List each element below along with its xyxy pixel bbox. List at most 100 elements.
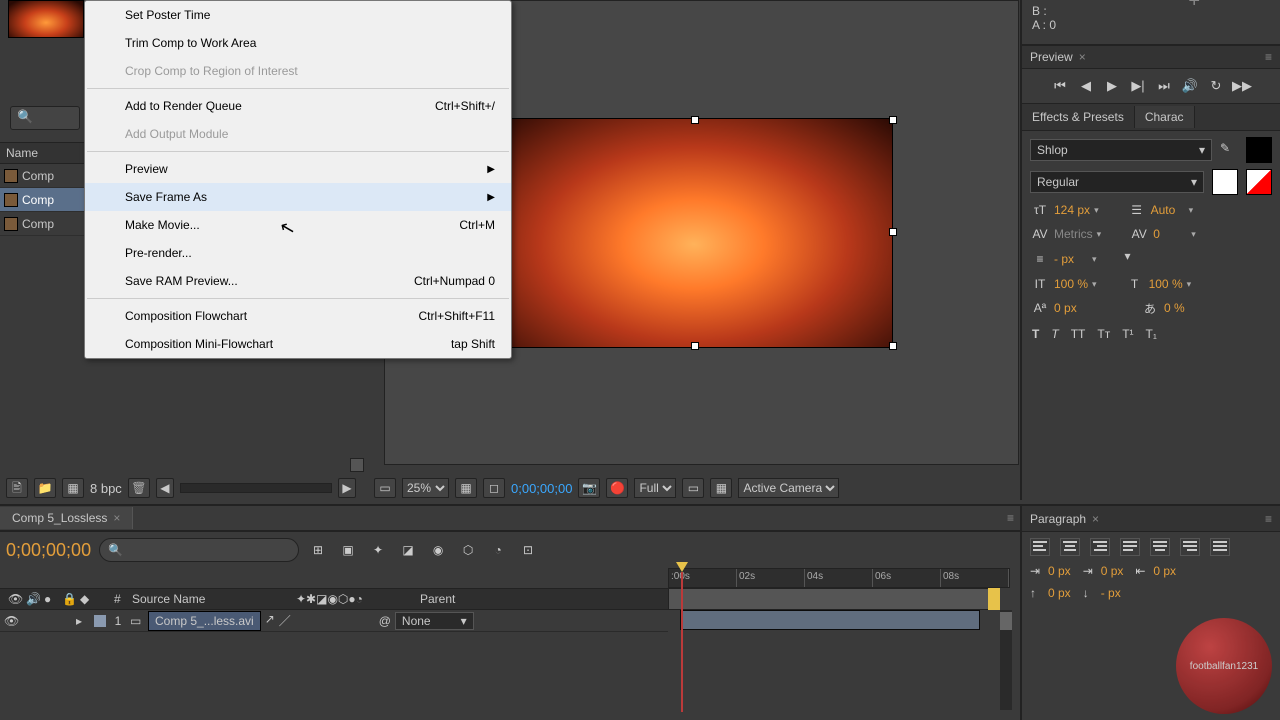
timeline-ruler[interactable]: :00s 02s 04s 06s 08s [668, 568, 1010, 588]
project-bit-depth[interactable]: 8 bpc [90, 481, 122, 496]
baseline-value[interactable]: 0 px [1054, 301, 1088, 315]
chevron-down-icon[interactable]: ▾ [1187, 279, 1192, 290]
transform-handle[interactable] [691, 116, 699, 124]
playhead-icon[interactable] [676, 562, 688, 572]
allcaps-button[interactable]: TT [1071, 327, 1086, 341]
timeline-search[interactable]: 🔍 [99, 538, 299, 562]
close-icon[interactable]: × [1079, 50, 1086, 64]
delete-button[interactable]: 🗑 [128, 478, 150, 498]
layer-color-label[interactable] [94, 615, 106, 627]
composition-frame[interactable] [495, 118, 893, 348]
menu-pre-render[interactable]: Pre-render... [85, 239, 511, 267]
project-row[interactable]: Comp [0, 164, 84, 188]
menu-save-frame-as[interactable]: Save Frame As▶ [85, 183, 511, 211]
menu-add-to-render-queue[interactable]: Add to Render QueueCtrl+Shift+/ [85, 92, 511, 120]
close-icon[interactable]: × [1092, 512, 1099, 526]
tab-effects-presets[interactable]: Effects & Presets [1022, 106, 1135, 128]
menu-trim-comp[interactable]: Trim Comp to Work Area [85, 29, 511, 57]
transform-handle[interactable] [691, 342, 699, 350]
auto-keyframe-button[interactable]: ◔ [487, 539, 509, 561]
eyedropper-icon[interactable]: ✎ [1220, 141, 1238, 159]
panel-menu-icon[interactable]: ≡ [1265, 50, 1272, 64]
snapshot-button[interactable]: 📷 [578, 478, 600, 498]
smallcaps-button[interactable]: Tᴛ [1097, 327, 1110, 341]
align-left-button[interactable] [1030, 538, 1050, 556]
panel-menu-icon[interactable]: ≡ [1265, 512, 1272, 526]
interpret-footage-button[interactable]: 🖹 [6, 478, 28, 498]
pixel-aspect-button[interactable]: ▦ [710, 478, 732, 498]
layer-switch[interactable]: ↗ [265, 612, 275, 629]
hide-shy-button[interactable]: ✦ [367, 539, 389, 561]
zoom-dropdown[interactable]: 25% [402, 478, 449, 498]
parent-pickwhip-icon[interactable]: @ [379, 614, 391, 628]
next-frame-button[interactable]: ▶| [1129, 77, 1147, 95]
chevron-down-icon[interactable]: ▾ [1097, 229, 1102, 240]
menu-set-poster-time[interactable]: Set Poster Time [85, 1, 511, 29]
brainstorm-button[interactable]: ⬡ [457, 539, 479, 561]
resolution-button[interactable]: ▦ [455, 478, 477, 498]
menu-make-movie[interactable]: Make Movie...Ctrl+M [85, 211, 511, 239]
visibility-toggle[interactable]: 👁 [4, 614, 18, 628]
indent-right-value[interactable]: 0 px [1153, 564, 1176, 578]
menu-preview[interactable]: Preview▶ [85, 155, 511, 183]
project-row[interactable]: Comp [0, 188, 84, 212]
justify-last-right-button[interactable] [1180, 538, 1200, 556]
quality-dropdown[interactable]: Full [634, 478, 676, 498]
panel-menu-icon[interactable]: ≡ [1007, 511, 1014, 525]
viewer-timecode[interactable]: 0;00;00;00 [511, 481, 572, 496]
superscript-button[interactable]: T¹ [1122, 327, 1133, 341]
comp-mini-flowchart-button[interactable]: ⊞ [307, 539, 329, 561]
align-center-button[interactable] [1060, 538, 1080, 556]
project-next-button[interactable]: ▶ [338, 478, 356, 498]
project-search[interactable]: 🔍 [10, 106, 80, 130]
region-button[interactable]: ◻ [483, 478, 505, 498]
motion-blur-button[interactable]: ◉ [427, 539, 449, 561]
bold-button[interactable]: T [1032, 327, 1039, 341]
stroke-color-swatch[interactable] [1212, 169, 1238, 195]
tsume-value[interactable]: 0 % [1164, 301, 1198, 315]
project-prev-button[interactable]: ◀ [156, 478, 174, 498]
menu-composition-mini-flowchart[interactable]: Composition Mini-Flowcharttap Shift [85, 330, 511, 358]
parent-dropdown[interactable]: None▾ [395, 612, 474, 630]
close-icon[interactable]: × [113, 511, 120, 525]
layer-switch[interactable]: ／ [279, 612, 291, 629]
play-button[interactable]: ▶ [1103, 77, 1121, 95]
always-preview-button[interactable]: ▭ [374, 478, 396, 498]
justify-last-left-button[interactable] [1120, 538, 1140, 556]
draft-3d-button[interactable]: ▣ [337, 539, 359, 561]
chevron-down-icon[interactable]: ▾ [1189, 205, 1194, 216]
project-name-header[interactable]: Name [0, 142, 84, 164]
chevron-down-icon[interactable]: ▾ [1191, 229, 1196, 240]
transform-handle[interactable] [889, 116, 897, 124]
expand-layer-button[interactable]: ▸ [76, 614, 90, 628]
hscale-value[interactable]: 100 % [1149, 277, 1183, 291]
work-area-bar[interactable] [668, 588, 992, 610]
camera-dropdown[interactable]: Active Camera [738, 478, 839, 498]
tracking-value[interactable]: 0 [1153, 227, 1187, 241]
stroke-width-value[interactable]: - px [1054, 252, 1088, 266]
menu-save-ram-preview[interactable]: Save RAM Preview...Ctrl+Numpad 0 [85, 267, 511, 295]
new-comp-button[interactable]: ▦ [62, 478, 84, 498]
indent-left-value[interactable]: 0 px [1048, 564, 1071, 578]
chevron-down-icon[interactable]: ▾ [1094, 205, 1099, 216]
align-right-button[interactable] [1090, 538, 1110, 556]
first-frame-button[interactable]: ⏮ [1051, 77, 1069, 95]
timeline-tab[interactable]: Comp 5_Lossless× [0, 507, 133, 529]
justify-last-center-button[interactable] [1150, 538, 1170, 556]
vscale-value[interactable]: 100 % [1054, 277, 1088, 291]
subscript-button[interactable]: T₁ [1146, 327, 1157, 341]
loop-button[interactable]: ↻ [1207, 77, 1225, 95]
tab-character[interactable]: Charac [1135, 106, 1195, 128]
space-after-value[interactable]: - px [1101, 586, 1121, 600]
project-scrollbar[interactable] [180, 483, 332, 493]
timeline-timecode[interactable]: 0;00;00;00 [6, 540, 91, 561]
ram-preview-button[interactable]: ▶▶ [1233, 77, 1251, 95]
graph-editor-button[interactable]: ⊡ [517, 539, 539, 561]
kerning-value[interactable]: Metrics [1054, 227, 1093, 241]
chevron-down-icon[interactable]: ▾ [1092, 254, 1097, 265]
font-family-dropdown[interactable]: Shlop▾ [1030, 139, 1212, 161]
menu-composition-flowchart[interactable]: Composition FlowchartCtrl+Shift+F11 [85, 302, 511, 330]
no-color-swatch[interactable] [1246, 169, 1272, 195]
work-area-handle[interactable] [988, 588, 1000, 610]
stroke-style-dropdown[interactable]: ▾ [1125, 249, 1272, 269]
